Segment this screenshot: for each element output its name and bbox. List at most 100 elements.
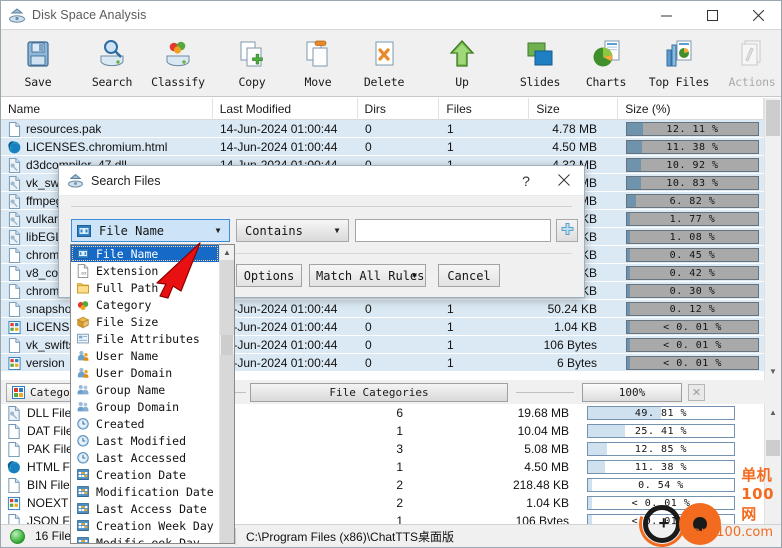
- toolbar-button-search[interactable]: Search: [79, 33, 145, 93]
- dropdown-item-creation-date[interactable]: Creation Date: [71, 466, 219, 483]
- dropdown-track-top[interactable]: [220, 260, 234, 335]
- dialog-help-button[interactable]: ?: [508, 173, 544, 189]
- cell-size: 218.48 KB: [512, 478, 569, 492]
- dropdown-item-group-domain[interactable]: Group Domain: [71, 398, 219, 415]
- dll-file-icon: [8, 211, 21, 227]
- size-percent-bar: 25. 41 %: [587, 424, 735, 438]
- toolbar-button-classify[interactable]: Classify: [145, 33, 211, 93]
- column-header-dirs[interactable]: Dirs: [358, 97, 440, 120]
- dropdown-item-user-name[interactable]: User Name: [71, 347, 219, 364]
- column-header-files[interactable]: Files: [439, 97, 530, 120]
- toolbar-button-actions[interactable]: Actions: [719, 33, 781, 93]
- close-button[interactable]: [735, 1, 781, 30]
- move-files-icon: [300, 38, 336, 72]
- add-rule-button[interactable]: [556, 219, 578, 242]
- close-panel-icon[interactable]: ✕: [688, 383, 705, 401]
- size-percent-bar: 10. 92 %: [626, 158, 759, 172]
- maximize-button[interactable]: [689, 1, 735, 30]
- dropdown-item-user-domain[interactable]: User Domain: [71, 364, 219, 381]
- dropdown-item-file-name[interactable]: File Name: [71, 245, 219, 262]
- generic-file-icon: [7, 477, 21, 493]
- dropdown-item-last-accessed[interactable]: Last Accessed: [71, 449, 219, 466]
- size-percent-bar: 0. 42 %: [626, 266, 759, 280]
- categories-scrollbar[interactable]: ▲: [764, 404, 781, 526]
- toolbar-button-copy[interactable]: Copy: [219, 33, 285, 93]
- search-field-combo[interactable]: File Name ▼: [71, 219, 230, 242]
- dll-file-icon: [8, 175, 21, 191]
- table-row[interactable]: 1 4.50 MB 11. 38 %: [183, 458, 781, 476]
- match-rules-button[interactable]: Match All Rules ▼: [309, 264, 426, 287]
- status-current-path: C:\Program Files (x86)\ChatTTS桌面版: [246, 529, 455, 544]
- dropdown-track-bottom[interactable]: [220, 355, 234, 543]
- main-toolbar: Save Search Classify Copy Move Delete Up…: [1, 30, 781, 97]
- column-header-modified[interactable]: Last Modified: [213, 97, 358, 120]
- size-percent-bar: 1. 77 %: [626, 212, 759, 226]
- dll-file-icon: [8, 193, 21, 209]
- toolbar-button-top-files[interactable]: Top Files: [639, 33, 719, 93]
- dropdown-item-extension[interactable]: .ex Extension: [71, 262, 219, 279]
- cell-size: 4.50 MB: [552, 140, 597, 154]
- dropdown-scrollbar[interactable]: ▲: [219, 245, 234, 543]
- table-row[interactable]: 2 1.04 KB < 0. 01 %: [183, 494, 781, 512]
- categories-data: 6 19.68 MB 49. 81 % 1 10.04 MB 25. 41 % 3 5.08 …: [183, 404, 781, 526]
- dropdown-items: File Name .ex Extension Full Path Category Fi…: [71, 245, 219, 543]
- table-row[interactable]: 6 19.68 MB 49. 81 %: [183, 404, 781, 422]
- dll-file-icon: [7, 405, 21, 421]
- dropdown-scroll-up-icon[interactable]: ▲: [220, 245, 234, 260]
- dropdown-item-last-modified[interactable]: Last Modified: [71, 432, 219, 449]
- column-header-size[interactable]: Size: [529, 97, 619, 120]
- table-row[interactable]: 3 5.08 MB 12. 85 %: [183, 440, 781, 458]
- zoom-level-button[interactable]: 100%: [582, 382, 682, 402]
- column-header-name[interactable]: Name: [1, 97, 213, 120]
- toolbar-button-save[interactable]: Save: [5, 33, 71, 93]
- cancel-button[interactable]: Cancel: [438, 264, 500, 287]
- dropdown-item-file-attributes[interactable]: File Attributes: [71, 330, 219, 347]
- table-row[interactable]: 2 218.48 KB 0. 54 %: [183, 476, 781, 494]
- dropdown-item-last-access-date[interactable]: Last Access Date: [71, 500, 219, 517]
- file-list-scrollbar[interactable]: ▼: [764, 98, 781, 380]
- dropdown-item-full-path[interactable]: Full Path: [71, 279, 219, 296]
- cell-size-percent: 12. 11 %: [619, 120, 765, 138]
- column-header-size-pct[interactable]: Size (%): [618, 97, 765, 120]
- user-icon: [76, 366, 90, 380]
- cell-size: 4.50 MB: [524, 460, 569, 474]
- search-field-dropdown[interactable]: File Name .ex Extension Full Path Category Fi…: [70, 244, 235, 544]
- attributes-icon: [76, 332, 90, 346]
- scrollbar-thumb[interactable]: [766, 100, 780, 136]
- toolbar-button-up[interactable]: Up: [425, 33, 499, 93]
- dropdown-scroll-thumb[interactable]: [221, 335, 233, 355]
- file-name-text: LICENSES.chromium.html: [26, 140, 168, 154]
- dropdown-item-modification-date[interactable]: Modification Date: [71, 483, 219, 500]
- chevron-down-icon[interactable]: ▼: [326, 226, 348, 235]
- cat-scrollbar-thumb[interactable]: [766, 440, 780, 456]
- cell-size-percent: 10. 92 %: [619, 156, 765, 174]
- dropdown-item-label: Last Accessed: [96, 450, 187, 465]
- search-operator-combo[interactable]: Contains ▼: [236, 219, 349, 242]
- dropdown-item-category[interactable]: Category: [71, 296, 219, 313]
- cell-files: 1: [447, 122, 454, 136]
- table-row[interactable]: LICENSES.chromium.html 14-Jun-2024 01:00:…: [1, 138, 781, 156]
- cell-size-percent: 6. 82 %: [619, 192, 765, 210]
- cell-size-percent: 0. 54 %: [585, 476, 735, 494]
- toolbar-button-slides[interactable]: Slides: [507, 33, 573, 93]
- dropdown-item-creation-week-day[interactable]: Creation Week Day: [71, 517, 219, 534]
- scroll-down-arrow-icon[interactable]: ▼: [765, 363, 781, 380]
- options-button[interactable]: Options: [236, 264, 302, 287]
- cat-scroll-up-arrow-icon[interactable]: ▲: [765, 404, 781, 421]
- minimize-button[interactable]: [643, 1, 689, 30]
- calendar-icon: [76, 519, 90, 533]
- toolbar-button-charts[interactable]: Charts: [573, 33, 639, 93]
- dropdown-item-file-size[interactable]: File Size: [71, 313, 219, 330]
- search-value-input[interactable]: [355, 219, 551, 242]
- table-row[interactable]: resources.pak 14-Jun-2024 01:00:44 0 1 4.78 …: [1, 120, 781, 138]
- dropdown-item-modific-eek-day[interactable]: Modific…eek Day: [71, 534, 219, 543]
- toolbar-button-delete[interactable]: Delete: [351, 33, 417, 93]
- chevron-down-icon[interactable]: ▼: [207, 226, 229, 235]
- table-row[interactable]: 1 10.04 MB 25. 41 %: [183, 422, 781, 440]
- dropdown-item-created[interactable]: Created: [71, 415, 219, 432]
- dialog-close-button[interactable]: [544, 173, 584, 189]
- file-categories-button[interactable]: File Categories: [250, 382, 508, 402]
- copy-files-icon: [234, 38, 270, 72]
- dropdown-item-group-name[interactable]: Group Name: [71, 381, 219, 398]
- toolbar-button-move[interactable]: Move: [285, 33, 351, 93]
